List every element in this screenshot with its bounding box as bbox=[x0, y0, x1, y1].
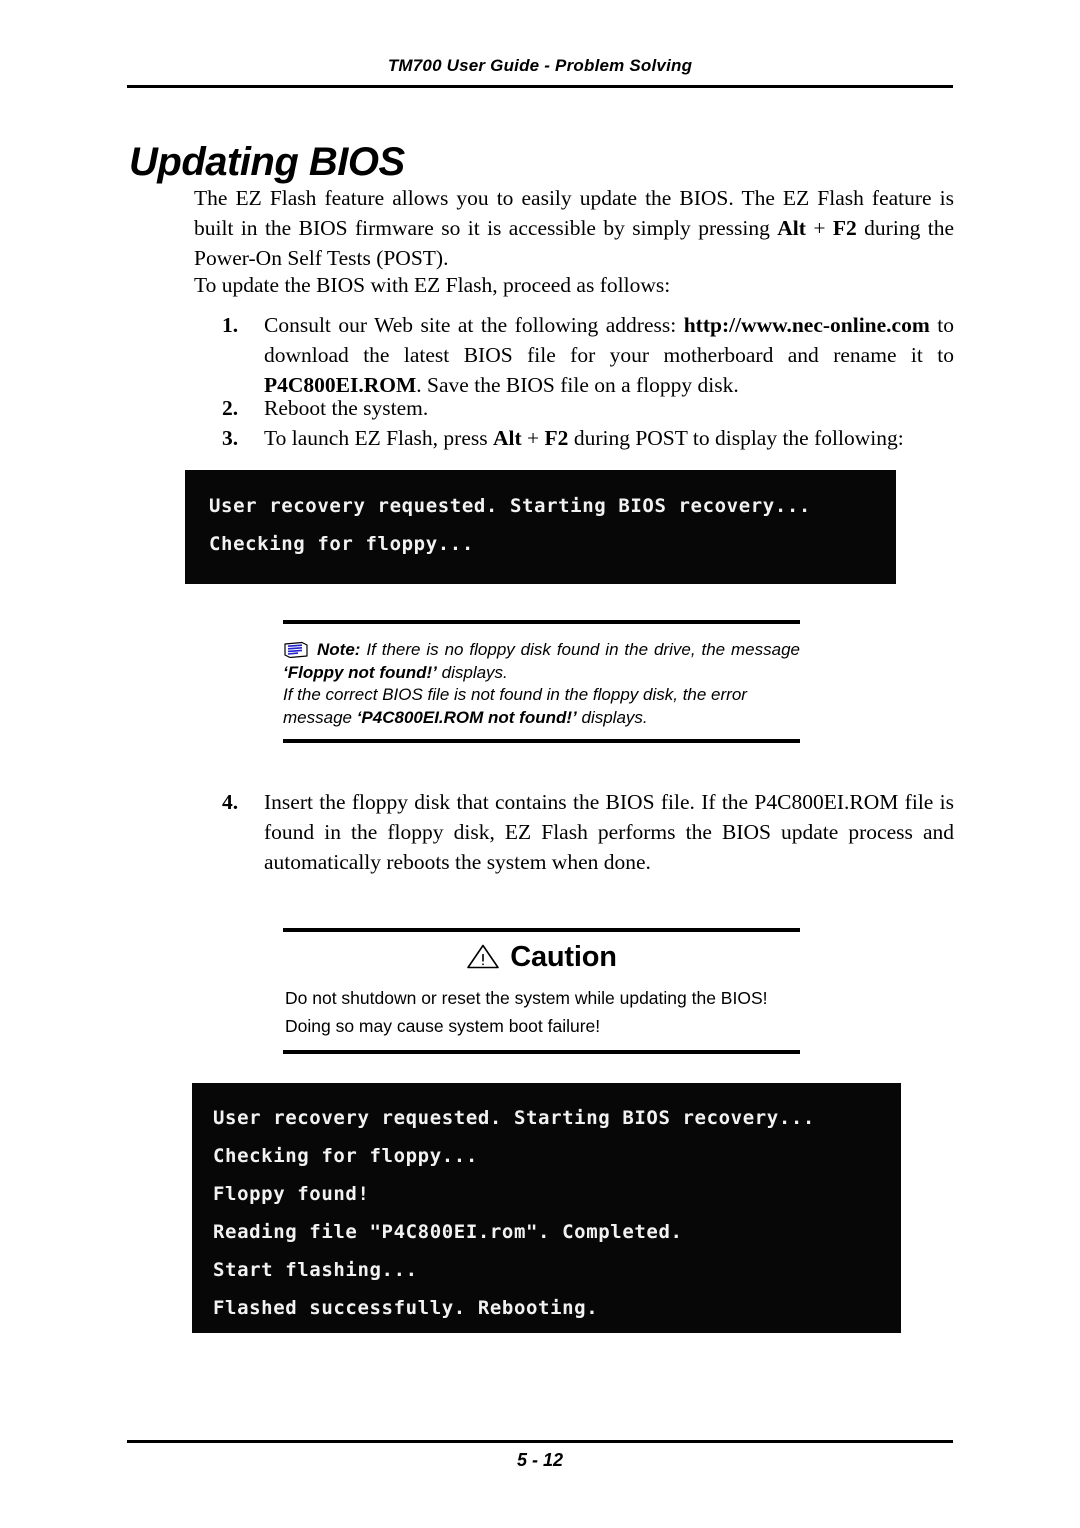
terminal-line: Floppy found! bbox=[213, 1183, 370, 1205]
bios-recovery-screen-2: User recovery requested. Starting BIOS r… bbox=[192, 1083, 901, 1333]
header-divider bbox=[127, 85, 953, 88]
terminal-line: User recovery requested. Starting BIOS r… bbox=[213, 1107, 815, 1129]
note-first-paragraph: Note: If there is no floppy disk found i… bbox=[283, 638, 800, 684]
terminal-line: Start flashing... bbox=[213, 1259, 418, 1281]
step-text-1: Consult our Web site at the following ad… bbox=[264, 313, 684, 337]
plus-separator: + bbox=[521, 426, 545, 450]
note-second-paragraph: If the correct BIOS file is not found in… bbox=[283, 684, 800, 729]
key-alt: Alt bbox=[492, 426, 522, 450]
note-message-rom-not-found: ‘P4C800EI.ROM not found!’ bbox=[356, 707, 577, 727]
step-number: 2. bbox=[222, 396, 239, 420]
caution-heading-label: Caution bbox=[510, 941, 617, 973]
note-text-1: If there is no floppy disk found in the … bbox=[360, 640, 800, 659]
footer-divider bbox=[127, 1440, 953, 1443]
page-title: Updating BIOS bbox=[129, 139, 405, 184]
note-bottom-rule bbox=[283, 739, 800, 743]
note-text-2: displays. bbox=[436, 662, 508, 682]
running-header: TM700 User Guide - Problem Solving bbox=[387, 56, 693, 75]
note-message-floppy-not-found: ‘Floppy not found!’ bbox=[283, 662, 437, 682]
note-page-icon bbox=[283, 641, 309, 659]
step-number: 3. bbox=[222, 426, 239, 450]
note-body: Note: If there is no floppy disk found i… bbox=[283, 624, 800, 739]
step-number: 4. bbox=[222, 790, 239, 814]
caution-body: Do not shutdown or reset the system whil… bbox=[283, 982, 800, 1050]
intro-paragraph-2: To update the BIOS with EZ Flash, procee… bbox=[194, 273, 671, 297]
key-f2: F2 bbox=[832, 216, 857, 240]
step-list-item-4: 4. Insert the floppy disk that contains t… bbox=[222, 787, 954, 879]
plus-separator: + bbox=[805, 216, 833, 240]
caution-line-2: Doing so may cause system boot failure! bbox=[285, 1016, 601, 1036]
step-list-item-2: 2. Reboot the system. bbox=[222, 393, 954, 425]
key-alt: Alt bbox=[777, 216, 806, 240]
step-text-1: To launch EZ Flash, press bbox=[264, 426, 493, 450]
terminal-line: Flashed successfully. Rebooting. bbox=[213, 1297, 599, 1319]
caution-heading: Caution bbox=[283, 932, 800, 982]
note-text-4: displays. bbox=[576, 707, 648, 727]
page-number: 5 - 12 bbox=[516, 1450, 564, 1470]
note-callout: Note: If there is no floppy disk found i… bbox=[283, 620, 800, 743]
step-list-item-3: 3. To launch EZ Flash, press Alt + F2 dur… bbox=[222, 423, 954, 455]
terminal-line: Checking for floppy... bbox=[213, 1145, 478, 1167]
step-list-item-1: 1. Consult our Web site at the following … bbox=[222, 310, 954, 402]
step-number: 1. bbox=[222, 313, 239, 337]
caution-bottom-rule bbox=[283, 1050, 800, 1054]
step-text-1: Insert the floppy disk that contains the… bbox=[264, 790, 954, 874]
key-f2: F2 bbox=[544, 426, 569, 450]
note-label: Note: bbox=[317, 640, 361, 659]
terminal-line: Reading file "P4C800EI.rom". Completed. bbox=[213, 1221, 683, 1243]
bios-recovery-screen-1: User recovery requested. Starting BIOS r… bbox=[185, 470, 896, 584]
document-page: TM700 User Guide - Problem Solving Updat… bbox=[0, 0, 1080, 1528]
intro-paragraph: The EZ Flash feature allows you to easil… bbox=[194, 183, 954, 273]
terminal-line: User recovery requested. Starting BIOS r… bbox=[209, 495, 811, 517]
web-site-url[interactable]: http://www.nec-online.com bbox=[684, 313, 930, 337]
caution-line-1: Do not shutdown or reset the system whil… bbox=[285, 988, 768, 1008]
step-text-1: Reboot the system. bbox=[264, 396, 429, 420]
terminal-line: Checking for floppy... bbox=[209, 533, 474, 555]
step-text-3: during POST to display the following: bbox=[568, 426, 904, 450]
warning-triangle-icon bbox=[466, 943, 500, 978]
caution-callout: Caution Do not shutdown or reset the sys… bbox=[283, 928, 800, 1054]
